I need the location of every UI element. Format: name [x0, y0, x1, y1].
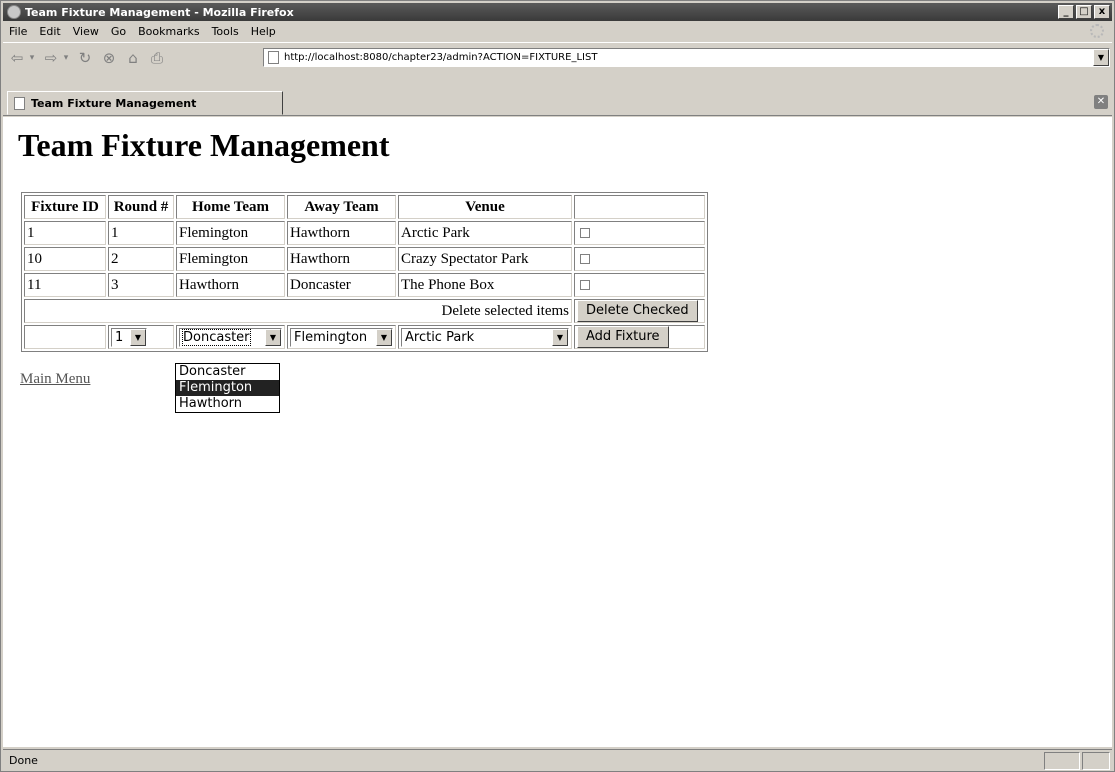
- forward-dropdown-icon[interactable]: ▾: [61, 48, 71, 68]
- chevron-down-icon[interactable]: ▼: [265, 328, 281, 346]
- tab-team-fixture-management[interactable]: Team Fixture Management: [7, 91, 283, 115]
- firefox-icon: [7, 5, 21, 19]
- tab-bar: Team Fixture Management ✕: [3, 90, 1112, 116]
- cell-round: 1: [108, 221, 174, 245]
- header-home-team: Home Team: [176, 195, 285, 219]
- cell-home-team: Flemington: [176, 247, 285, 271]
- fixtures-table: Fixture ID Round # Home Team Away Team V…: [21, 192, 708, 352]
- header-fixture-id: Fixture ID: [24, 195, 106, 219]
- navigation-toolbar: ⇦ ▾ ⇨ ▾ ↻ ⊗ ⌂ ⎙ http://localhost:8080/ch…: [3, 42, 1112, 72]
- delete-row: Delete selected items Delete Checked: [24, 299, 705, 323]
- minimize-button[interactable]: _: [1058, 5, 1074, 19]
- tab-label: Team Fixture Management: [31, 96, 197, 110]
- back-dropdown-icon[interactable]: ▾: [27, 48, 37, 68]
- delete-checked-button[interactable]: Delete Checked: [577, 300, 698, 322]
- cell-venue: Crazy Spectator Park: [398, 247, 572, 271]
- cell-delete: Delete Checked: [574, 299, 705, 323]
- cell-away-team: Doncaster: [287, 273, 396, 297]
- back-icon[interactable]: ⇦: [7, 48, 27, 68]
- menu-go[interactable]: Go: [105, 25, 132, 38]
- dropdown-option-doncaster[interactable]: Doncaster: [176, 364, 279, 380]
- add-fixture-row: 1 ▼ Doncaster ▼ Flemington ▼ Arctic Park…: [24, 325, 705, 349]
- menu-bar: File Edit View Go Bookmarks Tools Help: [3, 22, 1112, 41]
- cell-home-select: Doncaster ▼: [176, 325, 285, 349]
- close-button[interactable]: x: [1094, 5, 1110, 19]
- forward-icon[interactable]: ⇨: [41, 48, 61, 68]
- cell-round: 3: [108, 273, 174, 297]
- cell-fixture-id: 11: [24, 273, 106, 297]
- cell-select: [574, 221, 705, 245]
- title-bar: Team Fixture Management - Mozilla Firefo…: [3, 3, 1112, 21]
- menu-bookmarks[interactable]: Bookmarks: [132, 25, 205, 38]
- chevron-down-icon[interactable]: ▼: [376, 328, 392, 346]
- header-select: [574, 195, 705, 219]
- venue-select[interactable]: Arctic Park ▼: [401, 327, 569, 347]
- menu-view[interactable]: View: [67, 25, 105, 38]
- status-panel: [1044, 751, 1080, 770]
- url-text[interactable]: http://localhost:8080/chapter23/admin?AC…: [284, 52, 1093, 63]
- cell-home-team: Hawthorn: [176, 273, 285, 297]
- page-content: Team Fixture Management Fixture ID Round…: [3, 117, 1112, 747]
- stop-icon[interactable]: ⊗: [99, 48, 119, 68]
- menu-edit[interactable]: Edit: [33, 25, 66, 38]
- cell-venue-select: Arctic Park ▼: [398, 325, 572, 349]
- reload-icon[interactable]: ↻: [75, 48, 95, 68]
- menu-tools[interactable]: Tools: [206, 25, 245, 38]
- cell-fixture-id: 1: [24, 221, 106, 245]
- status-bar: Done: [3, 749, 1112, 771]
- close-tab-icon[interactable]: ✕: [1094, 95, 1108, 109]
- dropdown-option-flemington[interactable]: Flemington: [176, 380, 279, 396]
- home-icon[interactable]: ⌂: [123, 48, 143, 68]
- away-team-select[interactable]: Flemington ▼: [290, 327, 393, 347]
- cell-home-team: Flemington: [176, 221, 285, 245]
- cell-round-select: 1 ▼: [108, 325, 174, 349]
- window-title: Team Fixture Management - Mozilla Firefo…: [25, 5, 294, 19]
- browser-window: Team Fixture Management - Mozilla Firefo…: [0, 0, 1115, 772]
- home-team-select[interactable]: Doncaster ▼: [179, 327, 282, 347]
- header-away-team: Away Team: [287, 195, 396, 219]
- row-checkbox[interactable]: [580, 254, 590, 265]
- row-checkbox[interactable]: [580, 280, 590, 291]
- print-icon[interactable]: ⎙: [147, 48, 167, 68]
- maximize-button[interactable]: □: [1076, 5, 1092, 19]
- address-bar[interactable]: http://localhost:8080/chapter23/admin?AC…: [263, 48, 1110, 67]
- cell-venue: The Phone Box: [398, 273, 572, 297]
- cell-away-team: Hawthorn: [287, 247, 396, 271]
- page-title: Team Fixture Management: [18, 127, 390, 163]
- cell-add: Add Fixture: [574, 325, 705, 349]
- cell-away-select: Flemington ▼: [287, 325, 396, 349]
- table-header-row: Fixture ID Round # Home Team Away Team V…: [24, 195, 705, 219]
- cell-empty: [24, 325, 106, 349]
- chevron-down-icon[interactable]: ▼: [130, 328, 146, 346]
- cell-venue: Arctic Park: [398, 221, 572, 245]
- home-team-dropdown-list: Doncaster Flemington Hawthorn: [175, 363, 280, 413]
- resize-grip-icon[interactable]: [1082, 751, 1110, 770]
- cell-away-team: Hawthorn: [287, 221, 396, 245]
- table-row: 11 3 Hawthorn Doncaster The Phone Box: [24, 273, 705, 297]
- cell-fixture-id: 10: [24, 247, 106, 271]
- main-menu-link[interactable]: Main Menu: [20, 371, 90, 388]
- header-venue: Venue: [398, 195, 572, 219]
- page-icon: [268, 51, 279, 64]
- throbber-icon: [1090, 24, 1104, 38]
- cell-select: [574, 273, 705, 297]
- chevron-down-icon[interactable]: ▼: [552, 328, 568, 346]
- chevron-down-icon[interactable]: ▼: [1093, 49, 1109, 66]
- table-row: 1 1 Flemington Hawthorn Arctic Park: [24, 221, 705, 245]
- cell-round: 2: [108, 247, 174, 271]
- menu-file[interactable]: File: [3, 25, 33, 38]
- header-round: Round #: [108, 195, 174, 219]
- status-text: Done: [9, 754, 38, 767]
- table-row: 10 2 Flemington Hawthorn Crazy Spectator…: [24, 247, 705, 271]
- page-icon: [14, 96, 25, 110]
- round-select[interactable]: 1 ▼: [111, 327, 147, 347]
- row-checkbox[interactable]: [580, 228, 590, 239]
- dropdown-option-hawthorn[interactable]: Hawthorn: [176, 396, 279, 412]
- cell-select: [574, 247, 705, 271]
- menu-help[interactable]: Help: [245, 25, 282, 38]
- delete-label: Delete selected items: [24, 299, 572, 323]
- add-fixture-button[interactable]: Add Fixture: [577, 326, 669, 348]
